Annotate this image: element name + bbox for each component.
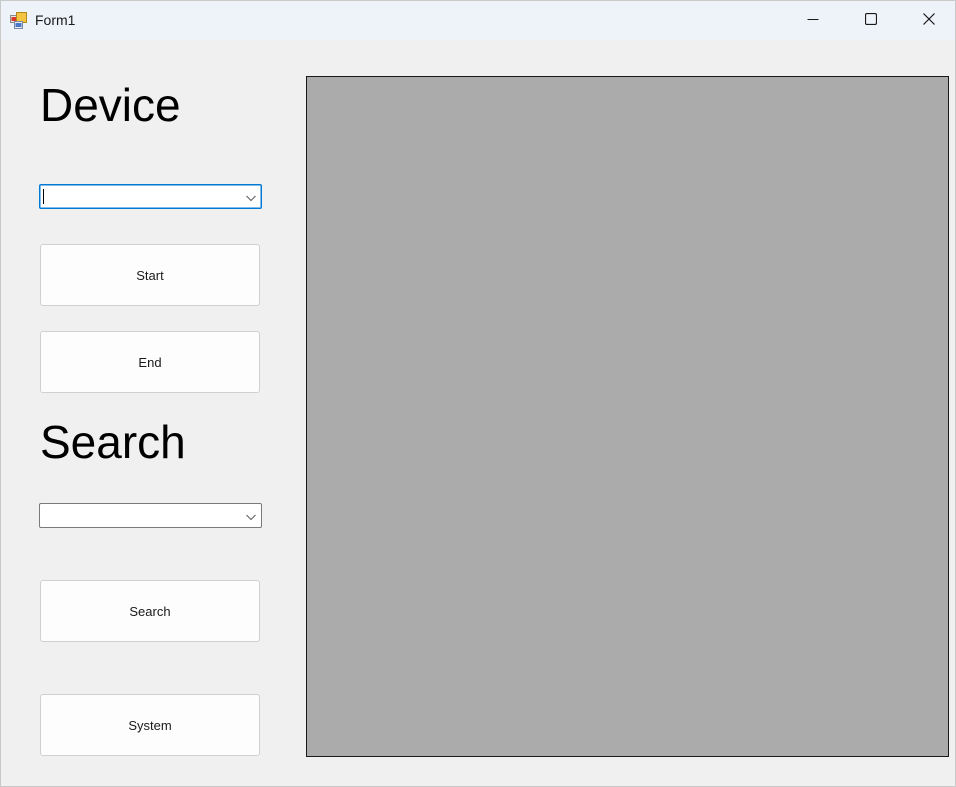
maximize-icon — [864, 12, 878, 30]
device-combobox[interactable] — [39, 184, 262, 209]
start-button[interactable]: Start — [40, 244, 260, 306]
maximize-button[interactable] — [842, 1, 900, 40]
search-combobox[interactable] — [39, 503, 262, 528]
chevron-down-icon[interactable] — [245, 191, 257, 203]
minimize-button[interactable] — [784, 1, 842, 40]
system-button[interactable]: System — [40, 694, 260, 756]
search-heading: Search — [40, 416, 186, 468]
app-icon — [10, 12, 27, 29]
text-caret — [43, 189, 44, 204]
title-bar[interactable]: Form1 — [1, 1, 955, 40]
close-button[interactable] — [900, 1, 956, 40]
end-button[interactable]: End — [40, 331, 260, 393]
window-title: Form1 — [35, 12, 76, 28]
search-button[interactable]: Search — [40, 580, 260, 642]
close-icon — [923, 12, 935, 30]
device-heading: Device — [40, 79, 181, 131]
display-panel — [306, 76, 949, 757]
minimize-icon — [807, 12, 819, 30]
main-window: Form1 Device Start End Search Search Sys… — [0, 0, 956, 787]
chevron-down-icon[interactable] — [245, 510, 257, 522]
